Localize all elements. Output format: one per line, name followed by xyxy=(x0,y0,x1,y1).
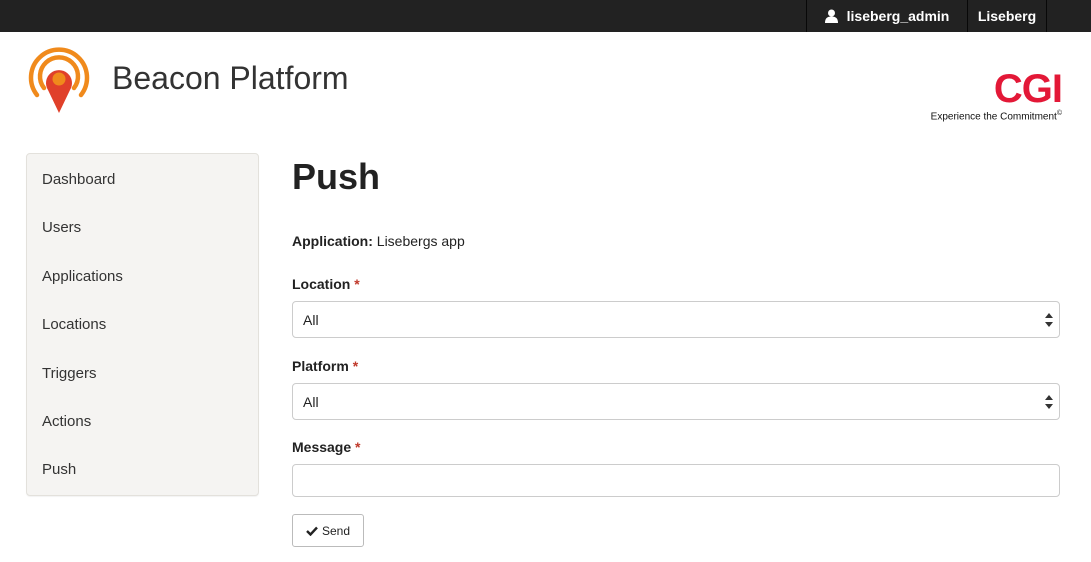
location-label: Location * xyxy=(292,276,360,292)
location-select-value: All xyxy=(303,311,319,328)
message-input[interactable] xyxy=(292,464,1060,497)
user-icon xyxy=(824,9,838,23)
message-label: Message * xyxy=(292,439,361,455)
beacon-logo-icon xyxy=(28,47,90,113)
application-label: Application: xyxy=(292,233,373,249)
location-label-text: Location xyxy=(292,276,351,292)
application-info: Application: Lisebergs app xyxy=(292,233,465,249)
sidebar-item-push[interactable]: Push xyxy=(27,446,258,494)
sidebar-item-users[interactable]: Users xyxy=(27,204,258,252)
send-button[interactable]: Send xyxy=(292,514,364,547)
organization-menu[interactable]: Liseberg xyxy=(968,0,1046,32)
sidebar-item-applications[interactable]: Applications xyxy=(27,253,258,301)
required-marker: * xyxy=(354,276,360,292)
top-navbar: liseberg_admin Liseberg xyxy=(0,0,1091,32)
sidebar-item-dashboard[interactable]: Dashboard xyxy=(27,156,258,204)
platform-select[interactable]: All xyxy=(292,383,1060,420)
navbar-divider xyxy=(1046,0,1047,32)
send-button-label: Send xyxy=(321,523,351,538)
platform-label-text: Platform xyxy=(292,358,349,374)
cgi-tagline: Experience the Commitment© xyxy=(931,110,1062,122)
username-label: liseberg_admin xyxy=(846,8,950,24)
cgi-tagline-text: Experience the Commitment xyxy=(930,111,1057,123)
message-label-text: Message xyxy=(292,439,352,455)
select-arrows-icon xyxy=(1045,395,1053,409)
location-select[interactable]: All xyxy=(292,301,1060,338)
required-marker: * xyxy=(352,358,359,374)
user-menu[interactable]: liseberg_admin xyxy=(807,0,967,32)
check-icon xyxy=(306,526,318,536)
page-title: Push xyxy=(292,156,381,197)
cgi-mark: CGI xyxy=(993,67,1063,111)
sidebar-item-triggers[interactable]: Triggers xyxy=(27,350,258,398)
application-value: Lisebergs app xyxy=(376,233,465,249)
sidebar-item-locations[interactable]: Locations xyxy=(27,301,258,349)
cgi-tagline-symbol: © xyxy=(1056,110,1062,117)
select-arrows-icon xyxy=(1045,313,1053,327)
sidebar-nav: Dashboard Users Applications Locations T… xyxy=(26,153,259,496)
brand-name: Beacon Platform xyxy=(112,60,349,96)
platform-select-value: All xyxy=(303,393,319,410)
platform-label: Platform * xyxy=(292,358,358,374)
sidebar-item-actions[interactable]: Actions xyxy=(27,398,258,446)
required-marker: * xyxy=(355,439,361,455)
organization-label: Liseberg xyxy=(977,8,1037,24)
cgi-logo: CGI Experience the Commitment© xyxy=(930,64,1063,124)
